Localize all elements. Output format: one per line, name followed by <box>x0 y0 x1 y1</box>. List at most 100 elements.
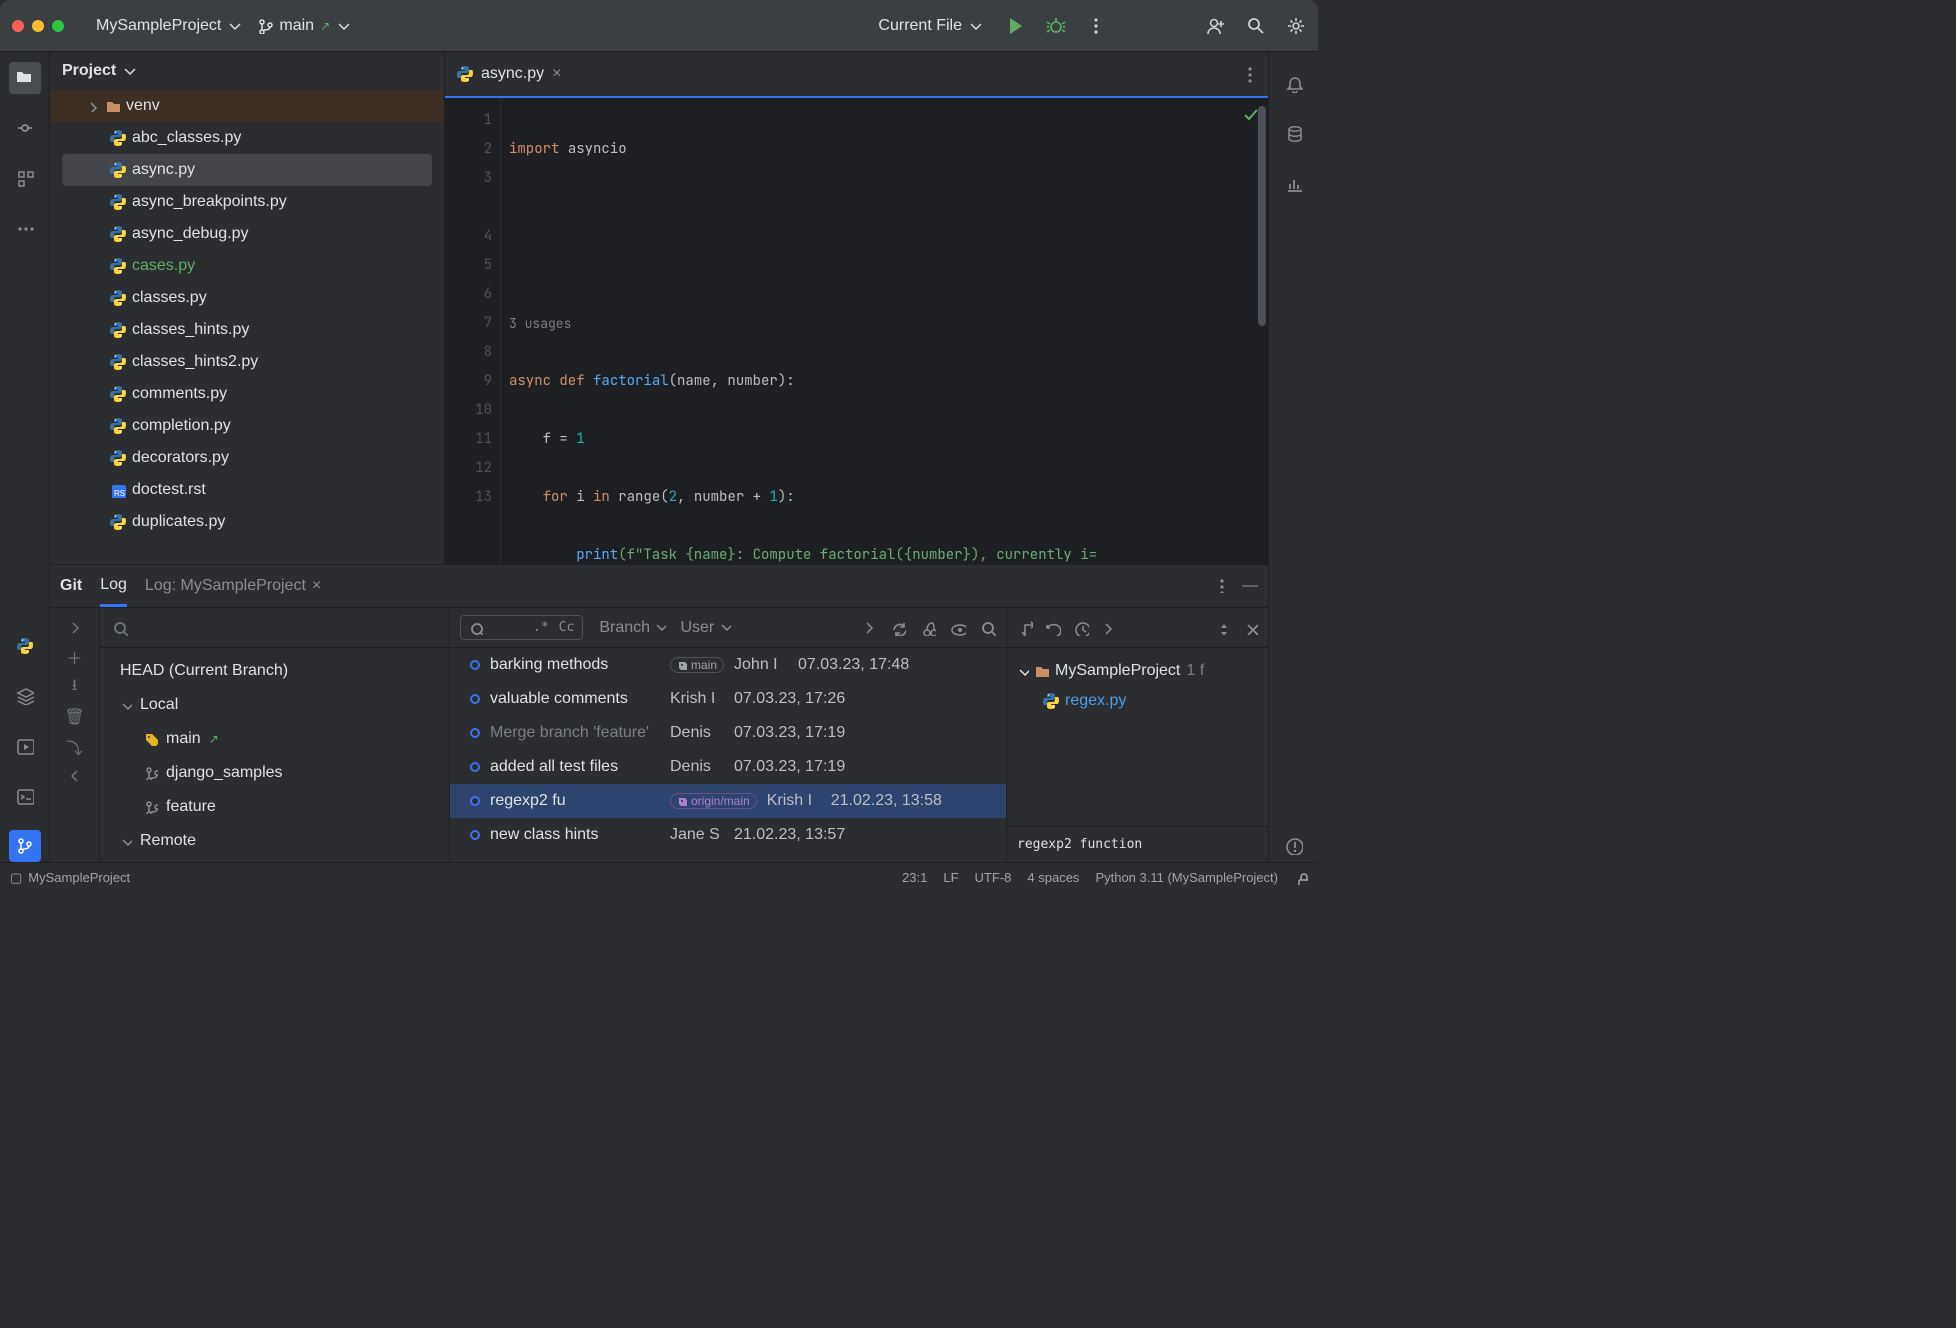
commits-list[interactable]: barking methodsmainJohn I07.03.23, 17:48… <box>450 648 1006 862</box>
log-search-box[interactable]: .* Cc <box>460 615 583 640</box>
revert-button[interactable] <box>1045 620 1061 636</box>
user-filter[interactable]: User <box>680 619 730 637</box>
close-tab-button[interactable]: × <box>552 65 561 83</box>
tree-file[interactable]: async.py <box>62 154 432 186</box>
editor-tab[interactable]: async.py × <box>445 52 573 96</box>
git-tab-git[interactable]: Git <box>60 565 82 607</box>
tree-file[interactable]: comments.py <box>50 378 444 410</box>
settings-button[interactable] <box>1286 16 1306 36</box>
project-tool-button[interactable] <box>9 62 41 94</box>
tree-file[interactable]: cases.py <box>50 250 444 282</box>
commit-row[interactable]: valuable commentsKrish I07.03.23, 17:26 <box>450 682 1006 716</box>
project-tree[interactable]: venvabc_classes.pyasync.pyasync_breakpoi… <box>50 90 444 564</box>
local-branches-header[interactable]: Local <box>100 688 449 722</box>
changed-file-row[interactable]: regex.py <box>1017 686 1258 716</box>
collapse-branches-button[interactable] <box>66 768 84 786</box>
line-separator[interactable]: LF <box>943 870 958 885</box>
cherry-pick-button[interactable] <box>920 620 936 636</box>
run-button[interactable] <box>1006 16 1026 36</box>
head-branch-row[interactable]: HEAD (Current Branch) <box>100 654 449 688</box>
commit-row[interactable]: new class hintsJane S21.02.23, 13:57 <box>450 818 1006 852</box>
run-config-selector[interactable]: Current File <box>870 13 990 39</box>
caret-position[interactable]: 23:1 <box>902 870 927 885</box>
tree-file[interactable]: classes_hints2.py <box>50 346 444 378</box>
problems-button[interactable] <box>1278 830 1310 862</box>
project-panel-header[interactable]: Project <box>50 52 444 90</box>
close-window[interactable] <box>12 20 24 32</box>
status-project[interactable]: ▢ MySampleProject <box>10 870 130 886</box>
editor-scrollbar[interactable] <box>1258 106 1266 326</box>
structure-tool-button[interactable] <box>9 162 41 194</box>
go-to-hash-button[interactable] <box>862 620 876 636</box>
sciview-tool-button[interactable] <box>1278 168 1310 200</box>
delete-branch-button[interactable]: 🗑 <box>66 708 84 726</box>
log-search-button[interactable] <box>980 620 996 636</box>
read-only-toggle[interactable] <box>1294 871 1308 885</box>
python-console-tool-button[interactable] <box>9 630 41 662</box>
usages-hint[interactable]: 3 usages <box>509 309 1268 338</box>
hide-panel-button[interactable]: — <box>1242 577 1258 595</box>
regex-toggle[interactable]: .* <box>533 620 549 635</box>
more-tool-windows[interactable] <box>9 212 41 244</box>
tree-file[interactable]: classes.py <box>50 282 444 314</box>
tree-file[interactable]: decorators.py <box>50 442 444 474</box>
expand-collapse-button[interactable] <box>1218 621 1232 635</box>
code-area[interactable]: 12345678910111213 import asyncio 3 usage… <box>445 98 1268 564</box>
python-packages-tool-button[interactable] <box>9 680 41 712</box>
git-panel-options[interactable] <box>1212 577 1228 595</box>
tree-file[interactable]: async_debug.py <box>50 218 444 250</box>
debug-button[interactable] <box>1046 16 1066 36</box>
commit-row[interactable]: regexp2 fuorigin/mainKrish I21.02.23, 13… <box>450 784 1006 818</box>
match-case-toggle[interactable]: Cc <box>559 620 575 635</box>
remote-branches-header[interactable]: Remote <box>100 824 449 858</box>
zoom-window[interactable] <box>52 20 64 32</box>
code-with-me-button[interactable] <box>1206 16 1226 36</box>
new-branch-button[interactable]: ＋ <box>66 648 84 666</box>
compare-button[interactable] <box>1017 620 1033 636</box>
tree-file[interactable]: async_breakpoints.py <box>50 186 444 218</box>
branch-filter[interactable]: Branch <box>599 619 666 637</box>
tree-file[interactable]: classes_hints.py <box>50 314 444 346</box>
inspection-ok-icon[interactable] <box>1242 106 1258 122</box>
database-tool-button[interactable] <box>1278 118 1310 150</box>
commit-row[interactable]: Merge branch 'feature'Denis07.03.23, 17:… <box>450 716 1006 750</box>
tree-file[interactable]: duplicates.py <box>50 506 444 538</box>
commit-row[interactable]: barking methodsmainJohn I07.03.23, 17:48 <box>450 648 1006 682</box>
git-tab-log-project[interactable]: Log: MySampleProject× <box>145 565 321 607</box>
close-tab-button[interactable]: × <box>312 577 321 595</box>
git-tool-button[interactable] <box>9 830 41 862</box>
notifications-button[interactable] <box>1278 68 1310 100</box>
next-diff-button[interactable] <box>1101 621 1115 635</box>
project-selector[interactable]: MySampleProject <box>88 13 249 39</box>
fetch-button[interactable]: ⤵ <box>66 738 84 756</box>
search-everywhere-button[interactable] <box>1246 16 1266 36</box>
refresh-log-button[interactable] <box>890 620 906 636</box>
close-detail-button[interactable] <box>1244 621 1258 635</box>
tree-file[interactable]: completion.py <box>50 410 444 442</box>
branch-search[interactable] <box>100 608 449 648</box>
tree-file[interactable]: doctest.rst <box>50 474 444 506</box>
tree-file[interactable]: abc_classes.py <box>50 122 444 154</box>
services-tool-button[interactable] <box>9 730 41 762</box>
changed-files-root[interactable]: MySampleProject 1 f <box>1017 656 1258 686</box>
git-tab-log[interactable]: Log <box>100 565 127 607</box>
commit-tool-button[interactable] <box>9 112 41 144</box>
checkout-button[interactable]: ⭳ <box>66 678 84 696</box>
more-run-actions[interactable] <box>1086 16 1106 36</box>
indent-settings[interactable]: 4 spaces <box>1027 870 1079 885</box>
interpreter-widget[interactable]: Python 3.11 (MySampleProject) <box>1095 870 1278 885</box>
branch-row[interactable]: main↗ <box>100 722 449 756</box>
preview-diff-button[interactable] <box>950 620 966 636</box>
code-content[interactable]: import asyncio 3 usages async def factor… <box>501 98 1268 564</box>
file-encoding[interactable]: UTF-8 <box>975 870 1012 885</box>
branch-row[interactable]: feature <box>100 790 449 824</box>
minimize-window[interactable] <box>32 20 44 32</box>
tree-folder-venv[interactable]: venv <box>50 90 444 122</box>
vcs-branch-widget[interactable]: main ↗ <box>257 17 350 35</box>
history-button[interactable] <box>1073 620 1089 636</box>
terminal-tool-button[interactable] <box>9 780 41 812</box>
editor-tab-menu[interactable] <box>1240 65 1258 83</box>
expand-branches-button[interactable] <box>66 618 84 636</box>
commit-row[interactable]: added all test filesDenis07.03.23, 17:19 <box>450 750 1006 784</box>
branch-row[interactable]: django_samples <box>100 756 449 790</box>
